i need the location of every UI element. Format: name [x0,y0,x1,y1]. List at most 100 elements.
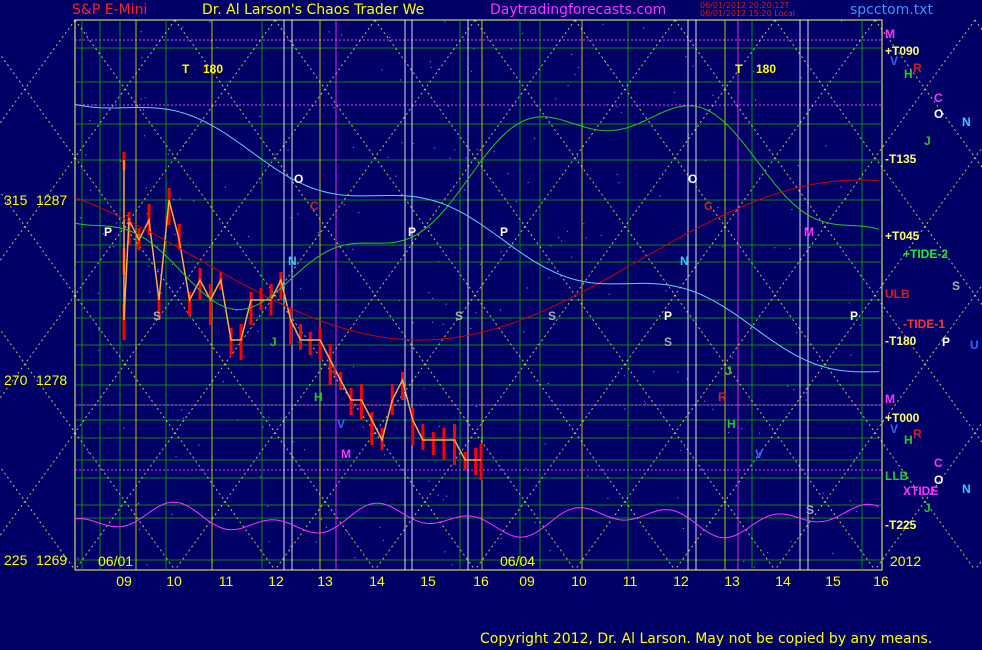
background-dot [850,354,852,356]
right-label: M [885,27,895,41]
right-label: N [962,482,971,496]
plot-area [74,19,883,571]
background-dot [97,292,99,294]
background-dot [297,341,299,343]
right-label: J [924,134,931,148]
background-dot [174,234,176,236]
chart-marker: H [727,417,736,431]
chart-marker: 180 [203,62,223,76]
background-dot [352,146,354,149]
background-dot [358,211,360,214]
chart-marker: P [408,225,416,239]
background-dot [465,157,467,159]
right-label: -T135 [885,152,917,166]
chart-marker: C [704,199,713,213]
chart-marker: T [182,62,190,76]
background-dot [446,495,448,497]
background-dot [412,143,415,145]
background-dot [674,91,676,94]
background-dot [547,382,549,385]
year-label: 2012 [890,553,921,569]
background-dot [685,56,687,58]
background-dot [800,77,803,79]
right-label: -T225 [885,518,917,532]
background-dot [499,309,502,311]
background-dot [287,149,289,151]
x-tick-label: 09 [116,573,132,589]
background-dot [797,164,799,167]
background-dot [248,235,250,238]
right-label: LLB [885,469,909,483]
chart-marker: J [725,364,732,378]
background-dot [352,366,355,368]
background-dot [160,292,162,294]
background-dot [257,330,259,332]
background-dot [354,557,356,559]
background-dot [167,153,169,155]
background-dot [315,541,317,543]
background-dot [677,371,679,373]
background-dot [712,94,714,96]
background-dot [470,70,473,72]
x-tick-label: 15 [825,573,841,589]
background-dot [534,521,536,524]
background-dot [341,34,343,36]
chart-marker: P [104,225,112,239]
background-dot [89,119,91,122]
y-tick-degree: 225 [4,552,28,568]
background-dot [267,505,269,507]
background-dot [74,287,76,289]
date-label: 06/04 [500,553,535,569]
file-label: spcctom.txt [850,2,933,18]
background-dot [259,476,262,478]
background-dot [728,432,730,434]
x-tick-label: 13 [317,573,333,589]
background-dot [731,357,733,359]
background-dot [292,441,294,443]
background-dot [148,265,150,267]
background-dot [447,105,449,107]
background-dot [825,145,827,147]
background-dot [618,182,620,184]
background-dot [381,69,383,71]
background-dot [379,526,381,528]
background-dot [289,545,291,547]
copyright-notice: Copyright 2012, Dr. Al Larson. May not b… [480,631,933,647]
x-tick-label: 09 [519,573,535,589]
background-dot [444,551,446,553]
background-dot [146,564,148,566]
background-dot [793,389,795,391]
right-label: U [970,338,979,352]
background-dot [438,425,440,427]
x-tick-label: 11 [219,573,234,589]
forecast-diagonal [0,466,76,571]
right-label: H [904,67,913,81]
background-dot [157,268,159,270]
background-dot [149,291,151,293]
background-dot [753,71,755,73]
x-tick-label: 11 [623,573,638,589]
forecast-diagonal [974,19,982,31]
background-dot [328,31,330,33]
background-dot [523,331,525,333]
chart-marker: S [806,503,814,517]
background-dot [476,405,478,408]
background-dot [840,186,842,188]
background-dot [352,248,354,250]
background-dot [623,375,626,377]
right-label: H [904,433,913,447]
background-dot [98,329,100,331]
background-dot [87,451,90,453]
chart-marker: V [755,447,763,461]
background-dot [525,467,527,469]
y-tick-price: 1287 [36,192,67,208]
background-dot [395,175,397,177]
background-dot [533,137,536,140]
background-dot [143,135,146,137]
background-dot [600,234,603,236]
background-dot [527,181,529,184]
background-dot [558,236,560,239]
background-dot [347,531,349,533]
background-dot [561,240,563,242]
right-label: ULB [885,287,910,301]
